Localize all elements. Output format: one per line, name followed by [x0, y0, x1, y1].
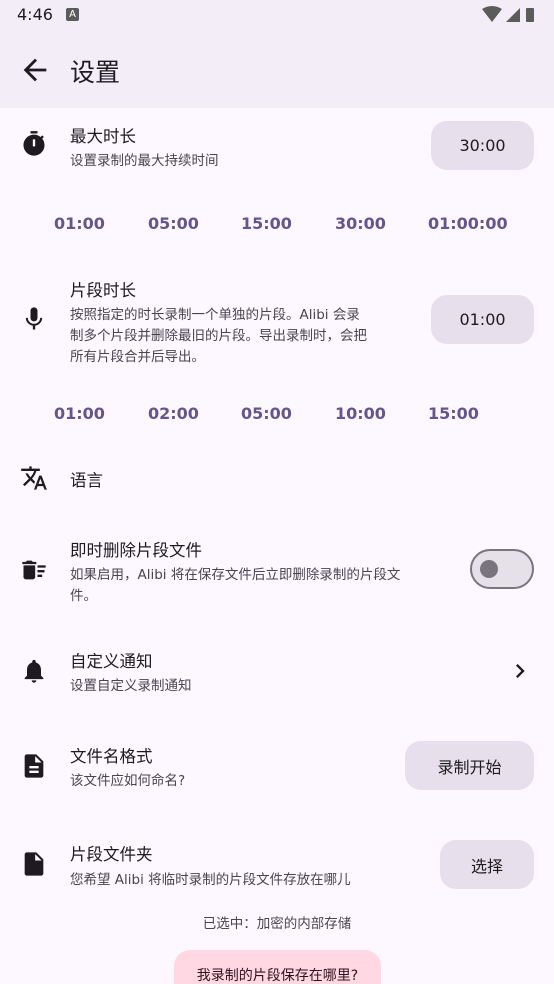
- chevron-right-icon[interactable]: [506, 657, 534, 685]
- max-duration-preset[interactable]: 05:00: [148, 214, 199, 233]
- bell-icon: [24, 659, 44, 683]
- segment-duration-preset[interactable]: 01:00: [54, 404, 105, 423]
- filename-format-button[interactable]: 录制开始: [405, 741, 534, 790]
- document-icon: [24, 754, 44, 778]
- delete-segments-subtitle-line: 件。: [70, 588, 97, 604]
- segment-duration-title: 片段时长: [70, 281, 136, 300]
- microphone-icon: [25, 307, 43, 330]
- battery-icon: [526, 8, 534, 22]
- language-title[interactable]: 语言: [70, 467, 103, 491]
- wifi-icon: [482, 6, 502, 22]
- segment-duration-preset[interactable]: 15:00: [428, 404, 479, 423]
- segment-duration-subtitle-line: 按照指定的时长录制一个单独的片段。Alibi 会录: [70, 307, 360, 323]
- segment-location-help-button[interactable]: 我录制的片段保存在哪里?: [174, 950, 381, 984]
- filename-format-title: 文件名格式: [70, 747, 153, 766]
- delete-segments-subtitle-line: 如果启用，Alibi 将在保存文件后立即删除录制的片段文: [70, 567, 401, 583]
- translate-icon: [21, 466, 47, 490]
- page-title: 设置: [70, 58, 121, 87]
- custom-notification-title[interactable]: 自定义通知: [70, 648, 153, 672]
- file-icon: [24, 852, 44, 876]
- segment-duration-preset[interactable]: 02:00: [148, 404, 199, 423]
- max-duration-preset[interactable]: 01:00:00: [428, 214, 508, 233]
- status-time: 4:46: [17, 5, 53, 24]
- back-arrow-icon[interactable]: [18, 53, 52, 87]
- delete-segments-title: 即时删除片段文件: [70, 541, 202, 560]
- filename-format-subtitle: 该文件应如何命名?: [70, 773, 186, 789]
- segment-duration-preset[interactable]: 10:00: [335, 404, 386, 423]
- selected-storage-text: 已选中：加密的内部存储: [202, 916, 352, 932]
- segment-folder-title: 片段文件夹: [70, 845, 153, 864]
- max-duration-title: 最大时长: [70, 127, 136, 146]
- max-duration-preset[interactable]: 15:00: [241, 214, 292, 233]
- segment-duration-button[interactable]: 01:00: [431, 295, 534, 344]
- timer-icon: [23, 131, 45, 156]
- delete-sweep-icon: [22, 560, 46, 580]
- toggle-knob: [480, 560, 498, 578]
- max-duration-preset[interactable]: 01:00: [54, 214, 105, 233]
- status-bar: [0, 0, 554, 30]
- status-icons: [482, 6, 534, 22]
- delete-segments-toggle[interactable]: [470, 549, 534, 589]
- segment-duration-subtitle-line: 所有片段合并后导出。: [70, 349, 205, 365]
- max-duration-subtitle: 设置录制的最大持续时间: [70, 153, 219, 169]
- segment-duration-preset[interactable]: 05:00: [241, 404, 292, 423]
- signal-icon: [506, 8, 520, 22]
- max-duration-preset[interactable]: 30:00: [335, 214, 386, 233]
- custom-notification-subtitle: 设置自定义录制通知: [70, 678, 192, 694]
- notification-icon: A: [66, 8, 79, 21]
- choose-folder-button[interactable]: 选择: [440, 840, 534, 889]
- segment-folder-subtitle: 您希望 Alibi 将临时录制的片段文件存放在哪儿: [70, 872, 351, 888]
- segment-duration-subtitle-line: 制多个片段并删除最旧的片段。导出录制时，会把: [70, 328, 367, 344]
- max-duration-button[interactable]: 30:00: [431, 121, 534, 170]
